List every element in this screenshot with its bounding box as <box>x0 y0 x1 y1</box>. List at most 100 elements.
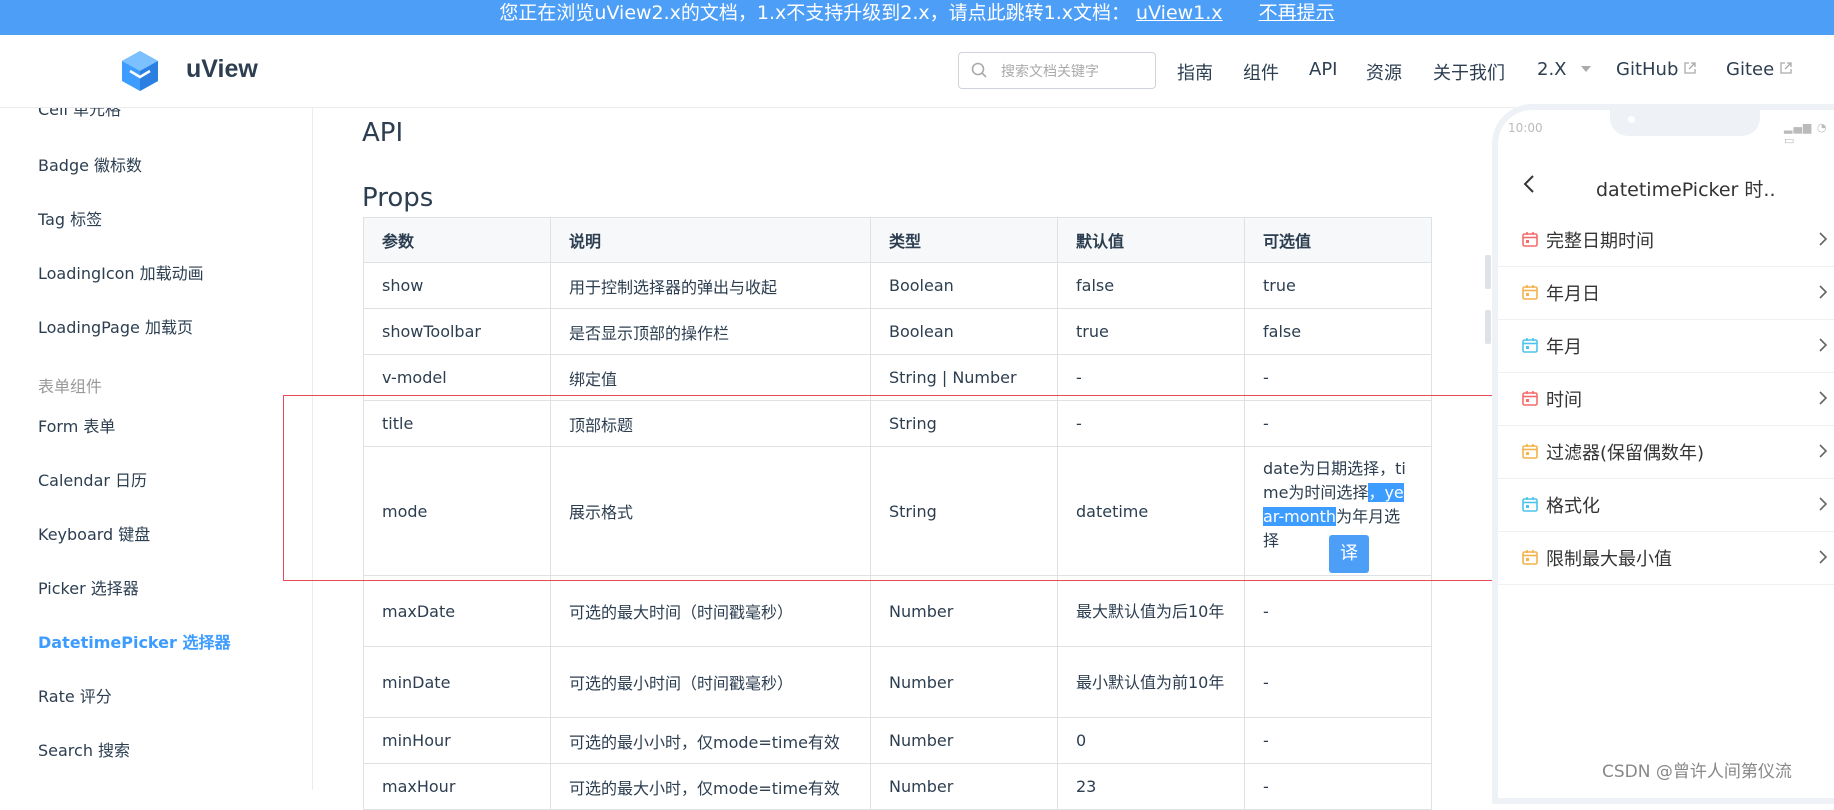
phone-list-item[interactable]: 年月 <box>1498 320 1834 373</box>
mode-options-line2a: me为时间选择 <box>1263 483 1369 502</box>
table-row: maxHour 可选的最大小时，仅mode=time有效 Number 23 - <box>363 763 1432 810</box>
version-dropdown[interactable]: 2.X <box>1537 59 1591 80</box>
chevron-right-icon <box>1819 338 1828 352</box>
selected-text[interactable]: ，ye <box>1368 483 1404 502</box>
banner-dismiss-link[interactable]: 不再提示 <box>1259 2 1335 24</box>
col-header-type: 类型 <box>870 217 1058 263</box>
cell-type: Number <box>870 646 1058 718</box>
sidebar-item-badge[interactable]: Badge 徽标数 <box>38 152 142 176</box>
mode-options-line4: 择 <box>1263 531 1280 550</box>
table-row: show 用于控制选择器的弹出与收起 Boolean false true <box>363 262 1432 309</box>
cell-default: - <box>1057 400 1245 447</box>
sidebar-item-calendar[interactable]: Calendar 日历 <box>38 467 147 491</box>
cell-param: mode <box>363 446 551 576</box>
phone-list-item[interactable]: 格式化 <box>1498 479 1834 532</box>
selected-text[interactable]: ar-month <box>1263 507 1337 526</box>
col-header-desc: 说明 <box>550 217 871 263</box>
calendar-icon <box>1522 232 1538 247</box>
chevron-right-icon <box>1819 232 1828 246</box>
cell-default: 23 <box>1057 763 1245 810</box>
phone-list-item-label: 完整日期时间 <box>1546 231 1654 252</box>
nav-api[interactable]: API <box>1309 59 1337 80</box>
phone-side-button <box>1485 255 1491 289</box>
col-header-param: 参数 <box>363 217 551 263</box>
cell-type: String <box>870 446 1058 576</box>
cell-desc: 顶部标题 <box>550 400 871 447</box>
phone-list-item-label: 年月 <box>1546 337 1582 358</box>
cell-param: showToolbar <box>363 308 551 355</box>
phone-list-item[interactable]: 时间 <box>1498 373 1834 426</box>
cell-default: 最小默认值为前10年 <box>1057 646 1245 718</box>
cell-desc: 展示格式 <box>550 446 871 576</box>
sidebar-item-picker[interactable]: Picker 选择器 <box>38 575 139 599</box>
translate-button[interactable]: 译 <box>1329 535 1369 573</box>
col-header-options: 可选值 <box>1244 217 1432 263</box>
table-row: maxDate 可选的最大时间（时间戳毫秒） Number 最大默认值为后10年… <box>363 575 1432 647</box>
phone-list-item-label: 时间 <box>1546 390 1582 411</box>
calendar-icon <box>1522 391 1538 406</box>
phone-list-item-label: 年月日 <box>1546 284 1600 305</box>
table-row: title 顶部标题 String - - <box>363 400 1432 447</box>
cell-options: - <box>1244 717 1432 764</box>
calendar-icon <box>1522 550 1538 565</box>
nav-gitee[interactable]: Gitee <box>1726 59 1792 80</box>
nav-components[interactable]: 组件 <box>1243 59 1279 85</box>
sidebar-item-cell[interactable]: Cell 单元格 <box>38 108 121 120</box>
uview-logo-icon[interactable] <box>118 49 162 93</box>
nav-guide[interactable]: 指南 <box>1177 59 1213 85</box>
sidebar-item-loadingicon[interactable]: LoadingIcon 加载动画 <box>38 260 204 284</box>
cell-default: 最大默认值为后10年 <box>1057 575 1245 647</box>
table-row: v-model 绑定值 String | Number - - <box>363 354 1432 401</box>
cell-type: Number <box>870 575 1058 647</box>
cell-desc: 是否显示顶部的操作栏 <box>550 308 871 355</box>
sidebar-item-rate[interactable]: Rate 评分 <box>38 683 112 707</box>
mode-options-line1: date为日期选择，ti <box>1263 459 1406 478</box>
cell-param: v-model <box>363 354 551 401</box>
sidebar-item-loadingpage[interactable]: LoadingPage 加载页 <box>38 314 193 338</box>
search-box[interactable] <box>958 52 1156 89</box>
cell-desc: 用于控制选择器的弹出与收起 <box>550 262 871 309</box>
chevron-right-icon <box>1819 285 1828 299</box>
table-row: minHour 可选的最小小时，仅mode=time有效 Number 0 - <box>363 717 1432 764</box>
cell-options: - <box>1244 354 1432 401</box>
nav-resources[interactable]: 资源 <box>1366 59 1402 85</box>
csdn-watermark: CSDN @曾许人间第仪流 <box>1602 762 1792 782</box>
phone-list-item-label: 限制最大最小值 <box>1546 549 1672 570</box>
search-input[interactable] <box>999 60 1153 84</box>
back-arrow-icon[interactable] <box>1522 174 1536 194</box>
navbar: uView 指南 组件 API 资源 关于我们 2.X GitHub Gitee <box>0 35 1834 108</box>
phone-page-title: datetimePicker 时.. <box>1596 179 1776 201</box>
chevron-right-icon <box>1819 444 1828 458</box>
sidebar-item-datetimepicker[interactable]: DatetimePicker 选择器 <box>38 629 230 653</box>
sidebar-group-form: 表单组件 <box>38 377 103 396</box>
cell-param: show <box>363 262 551 309</box>
sidebar-item-form[interactable]: Form 表单 <box>38 413 115 437</box>
calendar-icon <box>1522 444 1538 459</box>
col-header-default: 默认值 <box>1057 217 1245 263</box>
nav-about[interactable]: 关于我们 <box>1433 59 1505 85</box>
brand-name[interactable]: uView <box>186 55 258 84</box>
cell-options: - <box>1244 575 1432 647</box>
phone-list-item[interactable]: 年月日 <box>1498 267 1834 320</box>
calendar-icon <box>1522 497 1538 512</box>
sidebar: Cell 单元格 Badge 徽标数 Tag 标签 LoadingIcon 加载… <box>0 108 313 790</box>
sidebar-item-keyboard[interactable]: Keyboard 键盘 <box>38 521 150 545</box>
top-banner: 您正在浏览uView2.x的文档，1.x不支持升级到2.x，请点此跳转1.x文档… <box>0 0 1834 35</box>
table-row: mode 展示格式 String datetime date为日期选择，ti m… <box>363 446 1432 576</box>
sidebar-item-tag[interactable]: Tag 标签 <box>38 206 102 230</box>
chevron-down-icon <box>1580 66 1591 72</box>
cell-param: minHour <box>363 717 551 764</box>
cell-param: maxHour <box>363 763 551 810</box>
banner-link-v1[interactable]: uView1.x <box>1136 2 1223 24</box>
cell-param: title <box>363 400 551 447</box>
phone-list-item[interactable]: 限制最大最小值 <box>1498 532 1834 585</box>
phone-list-item-label: 过滤器(保留偶数年) <box>1546 443 1705 464</box>
external-link-icon <box>1780 62 1792 74</box>
phone-list-item[interactable]: 完整日期时间 <box>1498 214 1834 267</box>
nav-github[interactable]: GitHub <box>1616 59 1697 80</box>
banner-message: 您正在浏览uView2.x的文档，1.x不支持升级到2.x，请点此跳转1.x文档… <box>499 2 1131 24</box>
cell-type: Number <box>870 717 1058 764</box>
phone-list-item-label: 格式化 <box>1546 496 1600 517</box>
phone-list-item[interactable]: 过滤器(保留偶数年) <box>1498 426 1834 479</box>
sidebar-item-search[interactable]: Search 搜索 <box>38 737 130 761</box>
